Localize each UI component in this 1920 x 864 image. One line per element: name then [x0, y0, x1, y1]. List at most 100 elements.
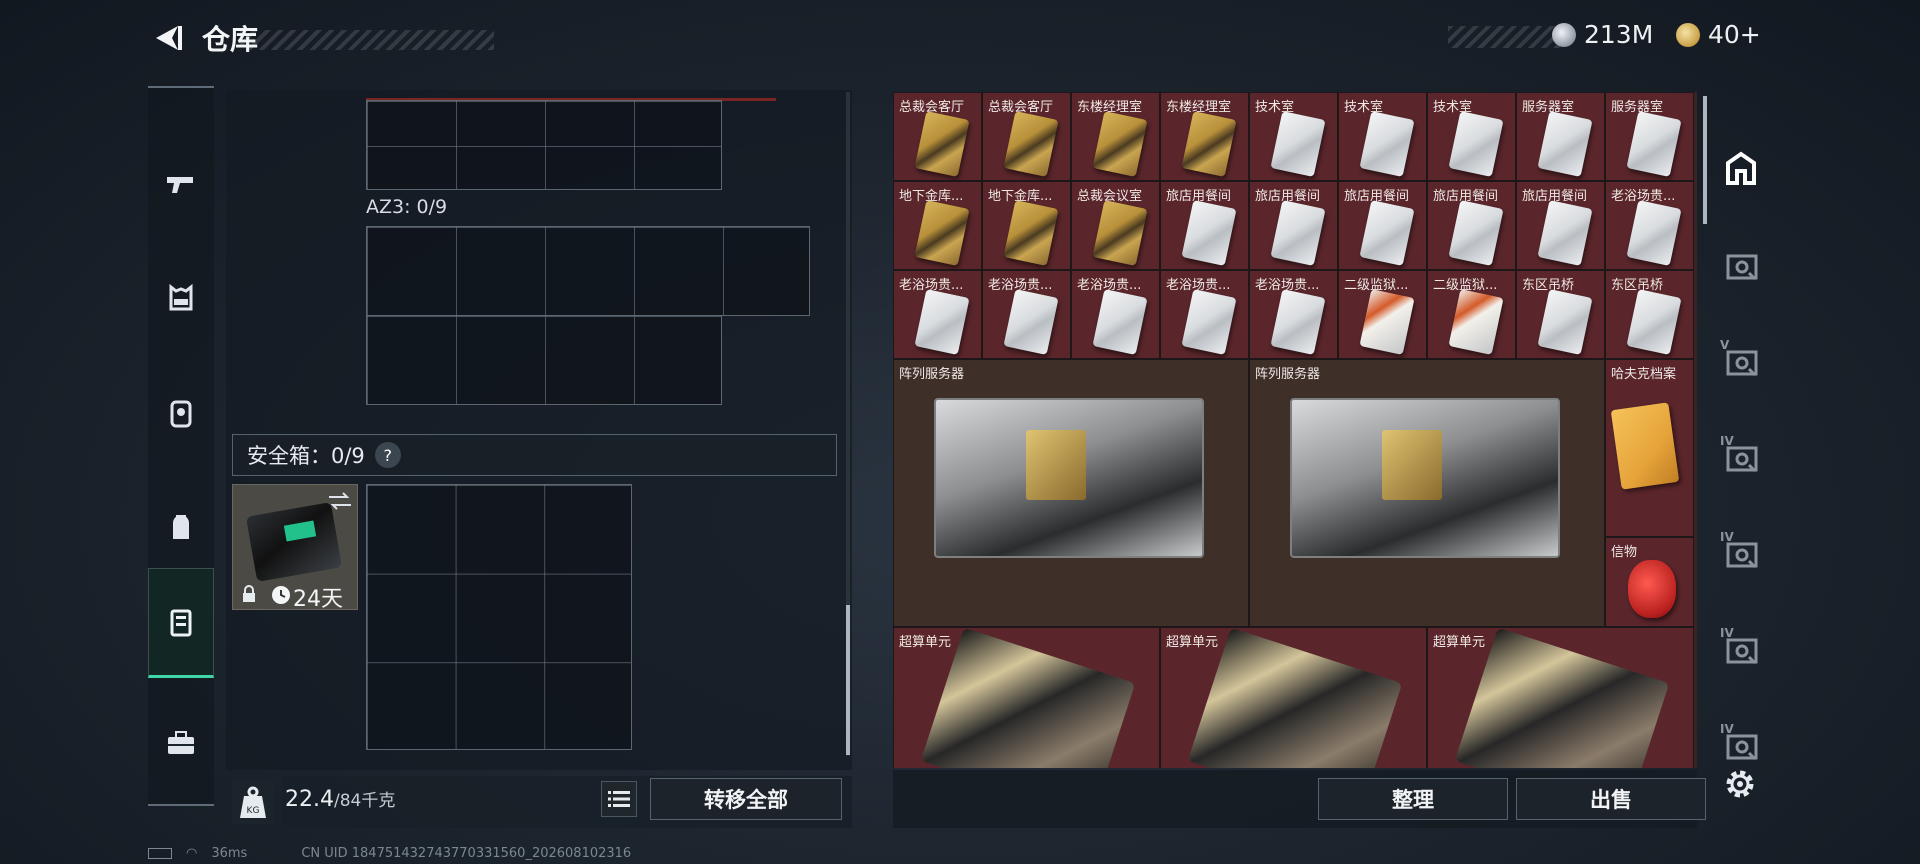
item-label: 服务器室	[1522, 100, 1575, 115]
stash-keycard-item[interactable]: 二级监狱...	[1427, 270, 1516, 359]
stash-server-item[interactable]: 阵列服务器	[893, 359, 1249, 627]
svg-text:KG: KG	[247, 806, 260, 816]
stash-keycard-item[interactable]: 老浴场贵...	[1605, 181, 1694, 270]
stash-keycard-item[interactable]: 老浴场贵...	[1249, 270, 1338, 359]
stash-server-item[interactable]: 阵列服务器	[1249, 359, 1605, 627]
safe-box-item[interactable]: 24天	[232, 484, 358, 612]
stash-keycard-item[interactable]: 服务器室	[1605, 92, 1694, 181]
az3-grid-lower[interactable]	[366, 315, 722, 405]
silver-currency: 213M	[1552, 20, 1653, 49]
stash-keycard-item[interactable]: 技术室	[1249, 92, 1338, 181]
stash-keycard-item[interactable]: 技术室	[1338, 92, 1427, 181]
settings-button[interactable]	[1720, 764, 1760, 804]
toolbox-icon	[168, 731, 194, 754]
stash-keycard-item[interactable]: 服务器室	[1516, 92, 1605, 181]
keycard-image	[1537, 111, 1593, 177]
status-bar: ◠ 36ms CN UID 184751432743770331560_2026…	[148, 846, 631, 861]
gold-coin-icon	[1676, 22, 1700, 47]
inventory-scroll-thumb[interactable]	[846, 605, 850, 755]
stash-grid: 总裁会客厅 总裁会客厅 东楼经理室 东楼经理室 技术室 技术室 技术室 服务器室 服务器室 地下金…	[893, 92, 1697, 768]
stash-tab-2[interactable]: V	[1714, 318, 1768, 402]
item-label: 超算单元	[1433, 635, 1486, 650]
stash-tier-1-icon	[1726, 254, 1758, 281]
stash-keycard-item[interactable]: 二级监狱...	[1338, 270, 1427, 359]
item-label: 旅店用餐间	[1522, 189, 1588, 204]
item-label: 技术室	[1344, 100, 1384, 115]
sell-button[interactable]: 出售	[1516, 778, 1706, 820]
stash-keycard-item[interactable]: 总裁会客厅	[893, 92, 982, 181]
stash-tab-5[interactable]: IV	[1714, 606, 1768, 690]
backpack-icon	[173, 515, 189, 539]
stash-scrollbar[interactable]	[1703, 96, 1707, 224]
stash-keycard-item[interactable]: 东楼经理室	[1071, 92, 1160, 181]
keycard-image	[1270, 289, 1326, 355]
item-label: 超算单元	[899, 635, 952, 650]
list-view-button[interactable]	[601, 781, 637, 817]
title-decoration	[240, 30, 494, 50]
stash-keycard-item[interactable]: 总裁会客厅	[982, 92, 1071, 181]
nav-weapon[interactable]	[148, 128, 214, 238]
stash-keycard-item[interactable]: 旅店用餐间	[1427, 181, 1516, 270]
stash-keycard-item[interactable]: 东楼经理室	[1160, 92, 1249, 181]
back-button[interactable]	[148, 20, 184, 56]
gear-icon	[1726, 770, 1754, 798]
weapon-icon	[167, 177, 193, 193]
stash-keycard-item[interactable]: 老浴场贵...	[1071, 270, 1160, 359]
transfer-all-button[interactable]: 转移全部	[650, 778, 842, 820]
keycard-image	[914, 289, 970, 355]
stash-token-item[interactable]: 信物	[1605, 537, 1694, 627]
armor-icon	[170, 400, 192, 428]
item-label: 地下金库...	[899, 189, 964, 204]
stash-compute-item[interactable]: 超算单元	[1160, 627, 1427, 768]
nav-armor[interactable]	[148, 358, 214, 468]
help-icon[interactable]: ?	[374, 442, 401, 468]
item-label: 东区吊桥	[1611, 278, 1664, 293]
left-nav	[148, 86, 214, 806]
az3-grid[interactable]	[366, 226, 810, 316]
stash-keycard-item[interactable]: 总裁会议室	[1071, 181, 1160, 270]
stash-keycard-item[interactable]: 老浴场贵...	[1160, 270, 1249, 359]
safe-box-label: 安全箱：0/9	[247, 444, 365, 468]
stash-keycard-item[interactable]: 地下金库...	[982, 181, 1071, 270]
safe-box-grid[interactable]	[366, 484, 632, 750]
stash-tab-0[interactable]	[1714, 126, 1768, 210]
item-label: 老浴场贵...	[1611, 189, 1676, 204]
nav-backpack[interactable]	[148, 473, 214, 583]
nav-vest[interactable]	[148, 243, 214, 353]
gold-currency[interactable]: 40+	[1676, 20, 1761, 49]
nav-safe-case[interactable]	[148, 568, 214, 678]
stash-keycard-item[interactable]: 老浴场贵...	[982, 270, 1071, 359]
stash-compute-item[interactable]: 超算单元	[893, 627, 1160, 768]
item-label: 二级监狱...	[1433, 278, 1498, 293]
safe-days-remaining: 24天	[293, 587, 343, 612]
stash-keycard-item[interactable]: 地下金库...	[893, 181, 982, 270]
swap-icon[interactable]	[327, 491, 353, 511]
weight-readout: 22.4/84千克	[285, 786, 395, 812]
item-label: 信物	[1611, 545, 1638, 560]
stash-keycard-item[interactable]: 东区吊桥	[1605, 270, 1694, 359]
stash-keycard-item[interactable]: 技术室	[1427, 92, 1516, 181]
stash-keycard-item[interactable]: 旅店用餐间	[1338, 181, 1427, 270]
stash-keycard-item[interactable]: 旅店用餐间	[1249, 181, 1338, 270]
keycard-image	[914, 200, 970, 266]
keycard-image	[1448, 111, 1504, 177]
sort-button[interactable]: 整理	[1318, 778, 1508, 820]
item-label: 技术室	[1433, 100, 1473, 115]
stash-tab-3[interactable]: IV	[1714, 414, 1768, 498]
stash-keycard-item[interactable]: 老浴场贵...	[893, 270, 982, 359]
stash-tab-1[interactable]	[1714, 222, 1768, 306]
keycard-image	[1181, 111, 1237, 177]
stash-compute-item[interactable]: 超算单元	[1427, 627, 1694, 768]
stash-keycard-item[interactable]: 旅店用餐间	[1516, 181, 1605, 270]
stash-keycard-item[interactable]: 东区吊桥	[1516, 270, 1605, 359]
stash-keycard-item[interactable]: 旅店用餐间	[1160, 181, 1249, 270]
stash-dossier-item[interactable]: 哈夫克档案	[1605, 359, 1694, 537]
item-label: 服务器室	[1611, 100, 1664, 115]
tier-label: IV	[1720, 530, 1734, 544]
item-label: 哈夫克档案	[1611, 367, 1677, 382]
keycard-image	[1181, 200, 1237, 266]
mask-image	[1628, 560, 1676, 618]
stash-tab-4[interactable]: IV	[1714, 510, 1768, 594]
nav-toolbox[interactable]	[148, 688, 214, 798]
keycard-image	[1092, 289, 1148, 355]
